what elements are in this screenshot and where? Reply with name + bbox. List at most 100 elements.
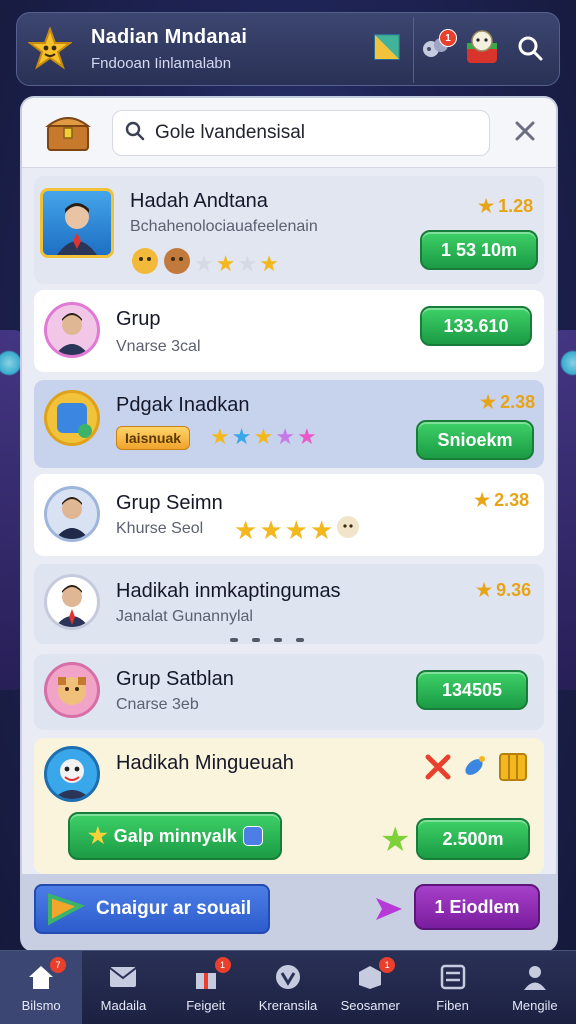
star-icon: ★: [259, 514, 283, 545]
row-name: Hadikah inmkaptingumas: [116, 580, 341, 602]
bottom-tab-bar: 7 Bilsmo Madaila 1 Feigeit Kreransila 1 …: [0, 950, 576, 1024]
pinwheel-icon: [424, 753, 452, 786]
button-label: Cnaigur ar souail: [96, 898, 252, 919]
row-subtitle: Khurse Seol: [116, 520, 204, 537]
list-item[interactable]: Grup Vnarse 3cal 133.610: [34, 290, 544, 372]
list-item[interactable]: Pdgak Inadkan Iaisnuak ★ ★ ★ ★ ★ ★ 2.38 …: [34, 380, 544, 468]
tab-label: Mengile: [512, 998, 558, 1013]
close-icon: [514, 120, 536, 147]
search-field[interactable]: [112, 110, 490, 156]
tab-label: Fiben: [436, 998, 469, 1013]
star-icon: ★: [215, 250, 236, 276]
character-avatar-icon: [44, 662, 100, 718]
star-icon: ★: [476, 580, 493, 600]
star-icon: ★: [474, 490, 491, 510]
tab-label: Madaila: [100, 998, 147, 1013]
row-name: Hadikah Mingueuah: [116, 752, 294, 774]
tab-gift[interactable]: 1 Feigeit: [165, 951, 247, 1024]
status-tag: Iaisnuak: [116, 426, 191, 450]
profile-button[interactable]: [459, 27, 505, 73]
row-subtitle: Bchahenolociauafeelenain: [130, 218, 318, 235]
group-avatar: [40, 188, 114, 258]
emoji-face-icon: [162, 246, 192, 281]
reaction-stars: ★ ★ ★ ★: [234, 514, 361, 545]
game-icon: [44, 390, 100, 446]
tab-label: Feigeit: [186, 998, 226, 1013]
score-value: 2.38: [500, 392, 536, 412]
tab-list[interactable]: Fiben: [411, 951, 493, 1024]
tab-badge: 7: [50, 957, 66, 973]
tab-label: Seosamer: [340, 998, 400, 1013]
search-icon: [125, 121, 145, 146]
star-icon: ★: [194, 250, 214, 276]
row-subtitle: Vnarse 3cal: [116, 338, 201, 355]
notification-button[interactable]: 1: [413, 27, 459, 73]
tab-label: Kreransila: [258, 998, 318, 1013]
notification-badge: 1: [439, 29, 457, 47]
row-action-button[interactable]: Snioekm: [416, 420, 534, 460]
tab-box[interactable]: 1 Seosamer: [329, 951, 411, 1024]
user-icon: [520, 962, 550, 992]
close-button[interactable]: [510, 118, 540, 148]
arrow-icon: [372, 894, 406, 929]
star-icon: ★: [253, 424, 274, 449]
list-item[interactable]: Hadah Andtana Bchahenolociauafeelenain ★…: [34, 176, 544, 284]
star-character-icon: [27, 26, 73, 72]
character-avatar-icon: [461, 27, 503, 74]
button-label: Galp minnyalk: [113, 825, 237, 846]
tab-mail[interactable]: Madaila: [82, 951, 164, 1024]
list-item[interactable]: Grup Satblan Cnarse 3eb 134505: [34, 654, 544, 730]
row-name: Grup Satblan: [116, 668, 234, 690]
star-icon: ★: [284, 514, 308, 545]
member-avatar: [44, 746, 100, 802]
list-item[interactable]: Hadikah Mingueuah ★ Galp minnyalk ★ 2.50…: [34, 738, 544, 874]
row-action-button[interactable]: 133.610: [420, 306, 532, 346]
search-input[interactable]: [155, 122, 475, 144]
star-icon: ★: [210, 424, 230, 449]
search-icon: [517, 35, 543, 66]
score: ★ 2.38: [480, 392, 535, 413]
star-icon: ★: [231, 424, 252, 449]
mail-icon: [108, 962, 138, 992]
list-icon: [438, 962, 468, 992]
header-search-button[interactable]: [507, 27, 553, 73]
flag-icon: [46, 892, 86, 934]
row-name: Grup: [116, 308, 161, 330]
score: ★ 2.38: [474, 490, 529, 511]
row-subtitle: Cnarse 3eb: [116, 696, 199, 713]
row-name: Hadah Andtana: [130, 190, 268, 212]
row-name: Grup Seimn: [116, 492, 223, 514]
score-value: 2.38: [494, 490, 530, 510]
star-icon: ★: [309, 514, 334, 545]
tab-home[interactable]: 7 Bilsmo: [0, 951, 83, 1024]
list-item[interactable]: Hadikah inmkaptingumas Janalat Gunannyla…: [34, 564, 544, 644]
header-subtitle: Fndooan Iinlamalabn: [91, 55, 232, 72]
row-action-button[interactable]: 1 53 10m: [420, 230, 538, 270]
create-group-button[interactable]: Cnaigur ar souail: [34, 884, 270, 934]
flag-icon[interactable]: [373, 33, 401, 61]
row-name: Pdgak Inadkan: [116, 394, 250, 416]
star-icon: ★: [296, 424, 317, 449]
emoji-face-icon: [130, 246, 160, 281]
group-list-panel: Hadah Andtana Bchahenolociauafeelenain ★…: [22, 98, 556, 950]
score: ★ 1.28: [478, 196, 533, 217]
tab-shield[interactable]: Kreransila: [247, 951, 329, 1024]
page-indicator: [230, 638, 304, 642]
group-join-button[interactable]: ★ Galp minnyalk: [68, 812, 282, 860]
star-icon: ★: [480, 392, 497, 412]
star-icon: ★: [237, 250, 258, 276]
app-header: Nadian Mndanai Fndooan Iinlamalabn 1: [16, 12, 560, 86]
star-icon: ★: [380, 821, 411, 859]
tab-badge: 1: [214, 957, 231, 973]
star-icon: ★: [259, 250, 279, 276]
tab-profile[interactable]: Mengile: [494, 951, 576, 1024]
reaction-stars: ★ ★ ★ ★ ★: [210, 426, 317, 448]
row-action-button[interactable]: 2.500m: [416, 818, 530, 860]
row-action-button[interactable]: 134505: [416, 670, 528, 710]
member-avatar: [44, 574, 100, 630]
purple-action-button[interactable]: 1 Eiodlem: [414, 884, 540, 930]
list-item[interactable]: Grup Seimn Khurse Seol ★ ★ ★ ★ ★ 2.38: [34, 474, 544, 556]
member-avatar: [44, 486, 100, 542]
shield-icon: [273, 962, 303, 992]
row-subtitle: Janalat Gunannylal: [116, 608, 253, 625]
